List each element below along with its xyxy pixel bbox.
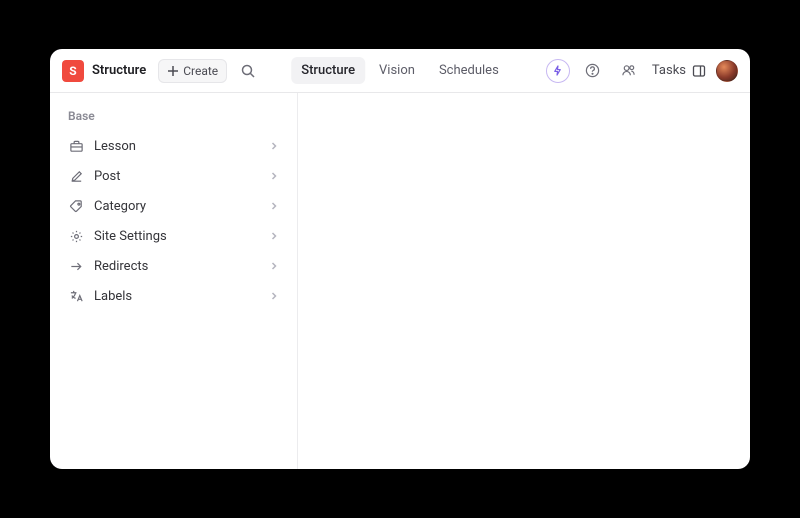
arrow-right-icon [68, 258, 84, 274]
search-button[interactable] [235, 58, 261, 84]
tag-icon [68, 198, 84, 214]
tab-schedules[interactable]: Schedules [429, 57, 509, 84]
users-button[interactable] [616, 58, 642, 84]
sidebar-item-label: Redirects [94, 259, 259, 274]
app-window: S Structure Create Structure Vision Sche… [50, 49, 750, 469]
tasks-button[interactable]: Tasks [652, 63, 706, 78]
chevron-right-icon [269, 261, 279, 271]
create-button-label: Create [183, 64, 218, 78]
sidebar-item-post[interactable]: Post [58, 161, 289, 191]
body: Base Lesson Post [50, 93, 750, 469]
topbar-right: Tasks [546, 58, 738, 84]
translate-icon [68, 288, 84, 304]
chevron-right-icon [269, 201, 279, 211]
sidebar-item-label: Lesson [94, 139, 259, 154]
quick-action-button[interactable] [546, 59, 570, 83]
gear-icon [68, 228, 84, 244]
tab-label: Vision [379, 63, 415, 78]
sidebar-item-redirects[interactable]: Redirects [58, 251, 289, 281]
users-icon [621, 63, 636, 78]
panel-icon [692, 64, 706, 78]
avatar[interactable] [716, 60, 738, 82]
sidebar: Base Lesson Post [50, 93, 298, 469]
sidebar-item-labels[interactable]: Labels [58, 281, 289, 311]
chevron-right-icon [269, 231, 279, 241]
nav-tabs: Structure Vision Schedules [291, 57, 509, 84]
briefcase-icon [68, 138, 84, 154]
plus-icon [167, 65, 179, 77]
edit-icon [68, 168, 84, 184]
sidebar-item-label: Category [94, 199, 259, 214]
sidebar-item-category[interactable]: Category [58, 191, 289, 221]
help-icon [585, 63, 600, 78]
chevron-right-icon [269, 291, 279, 301]
help-button[interactable] [580, 58, 606, 84]
search-icon [241, 64, 255, 78]
sidebar-item-label: Labels [94, 289, 259, 304]
main-panel [298, 93, 750, 469]
app-logo: S [62, 60, 84, 82]
chevron-right-icon [269, 141, 279, 151]
sidebar-item-lesson[interactable]: Lesson [58, 131, 289, 161]
sidebar-section-label: Base [58, 103, 289, 131]
sidebar-item-site-settings[interactable]: Site Settings [58, 221, 289, 251]
bolt-icon [552, 65, 563, 76]
page-title: Structure [92, 63, 146, 78]
tab-label: Schedules [439, 63, 499, 78]
tab-label: Structure [301, 63, 355, 78]
app-logo-letter: S [69, 64, 76, 78]
tab-structure[interactable]: Structure [291, 57, 365, 84]
tab-vision[interactable]: Vision [369, 57, 425, 84]
tasks-button-label: Tasks [652, 63, 686, 78]
sidebar-item-label: Post [94, 169, 259, 184]
chevron-right-icon [269, 171, 279, 181]
topbar: S Structure Create Structure Vision Sche… [50, 49, 750, 93]
sidebar-item-label: Site Settings [94, 229, 259, 244]
create-button[interactable]: Create [158, 59, 227, 83]
